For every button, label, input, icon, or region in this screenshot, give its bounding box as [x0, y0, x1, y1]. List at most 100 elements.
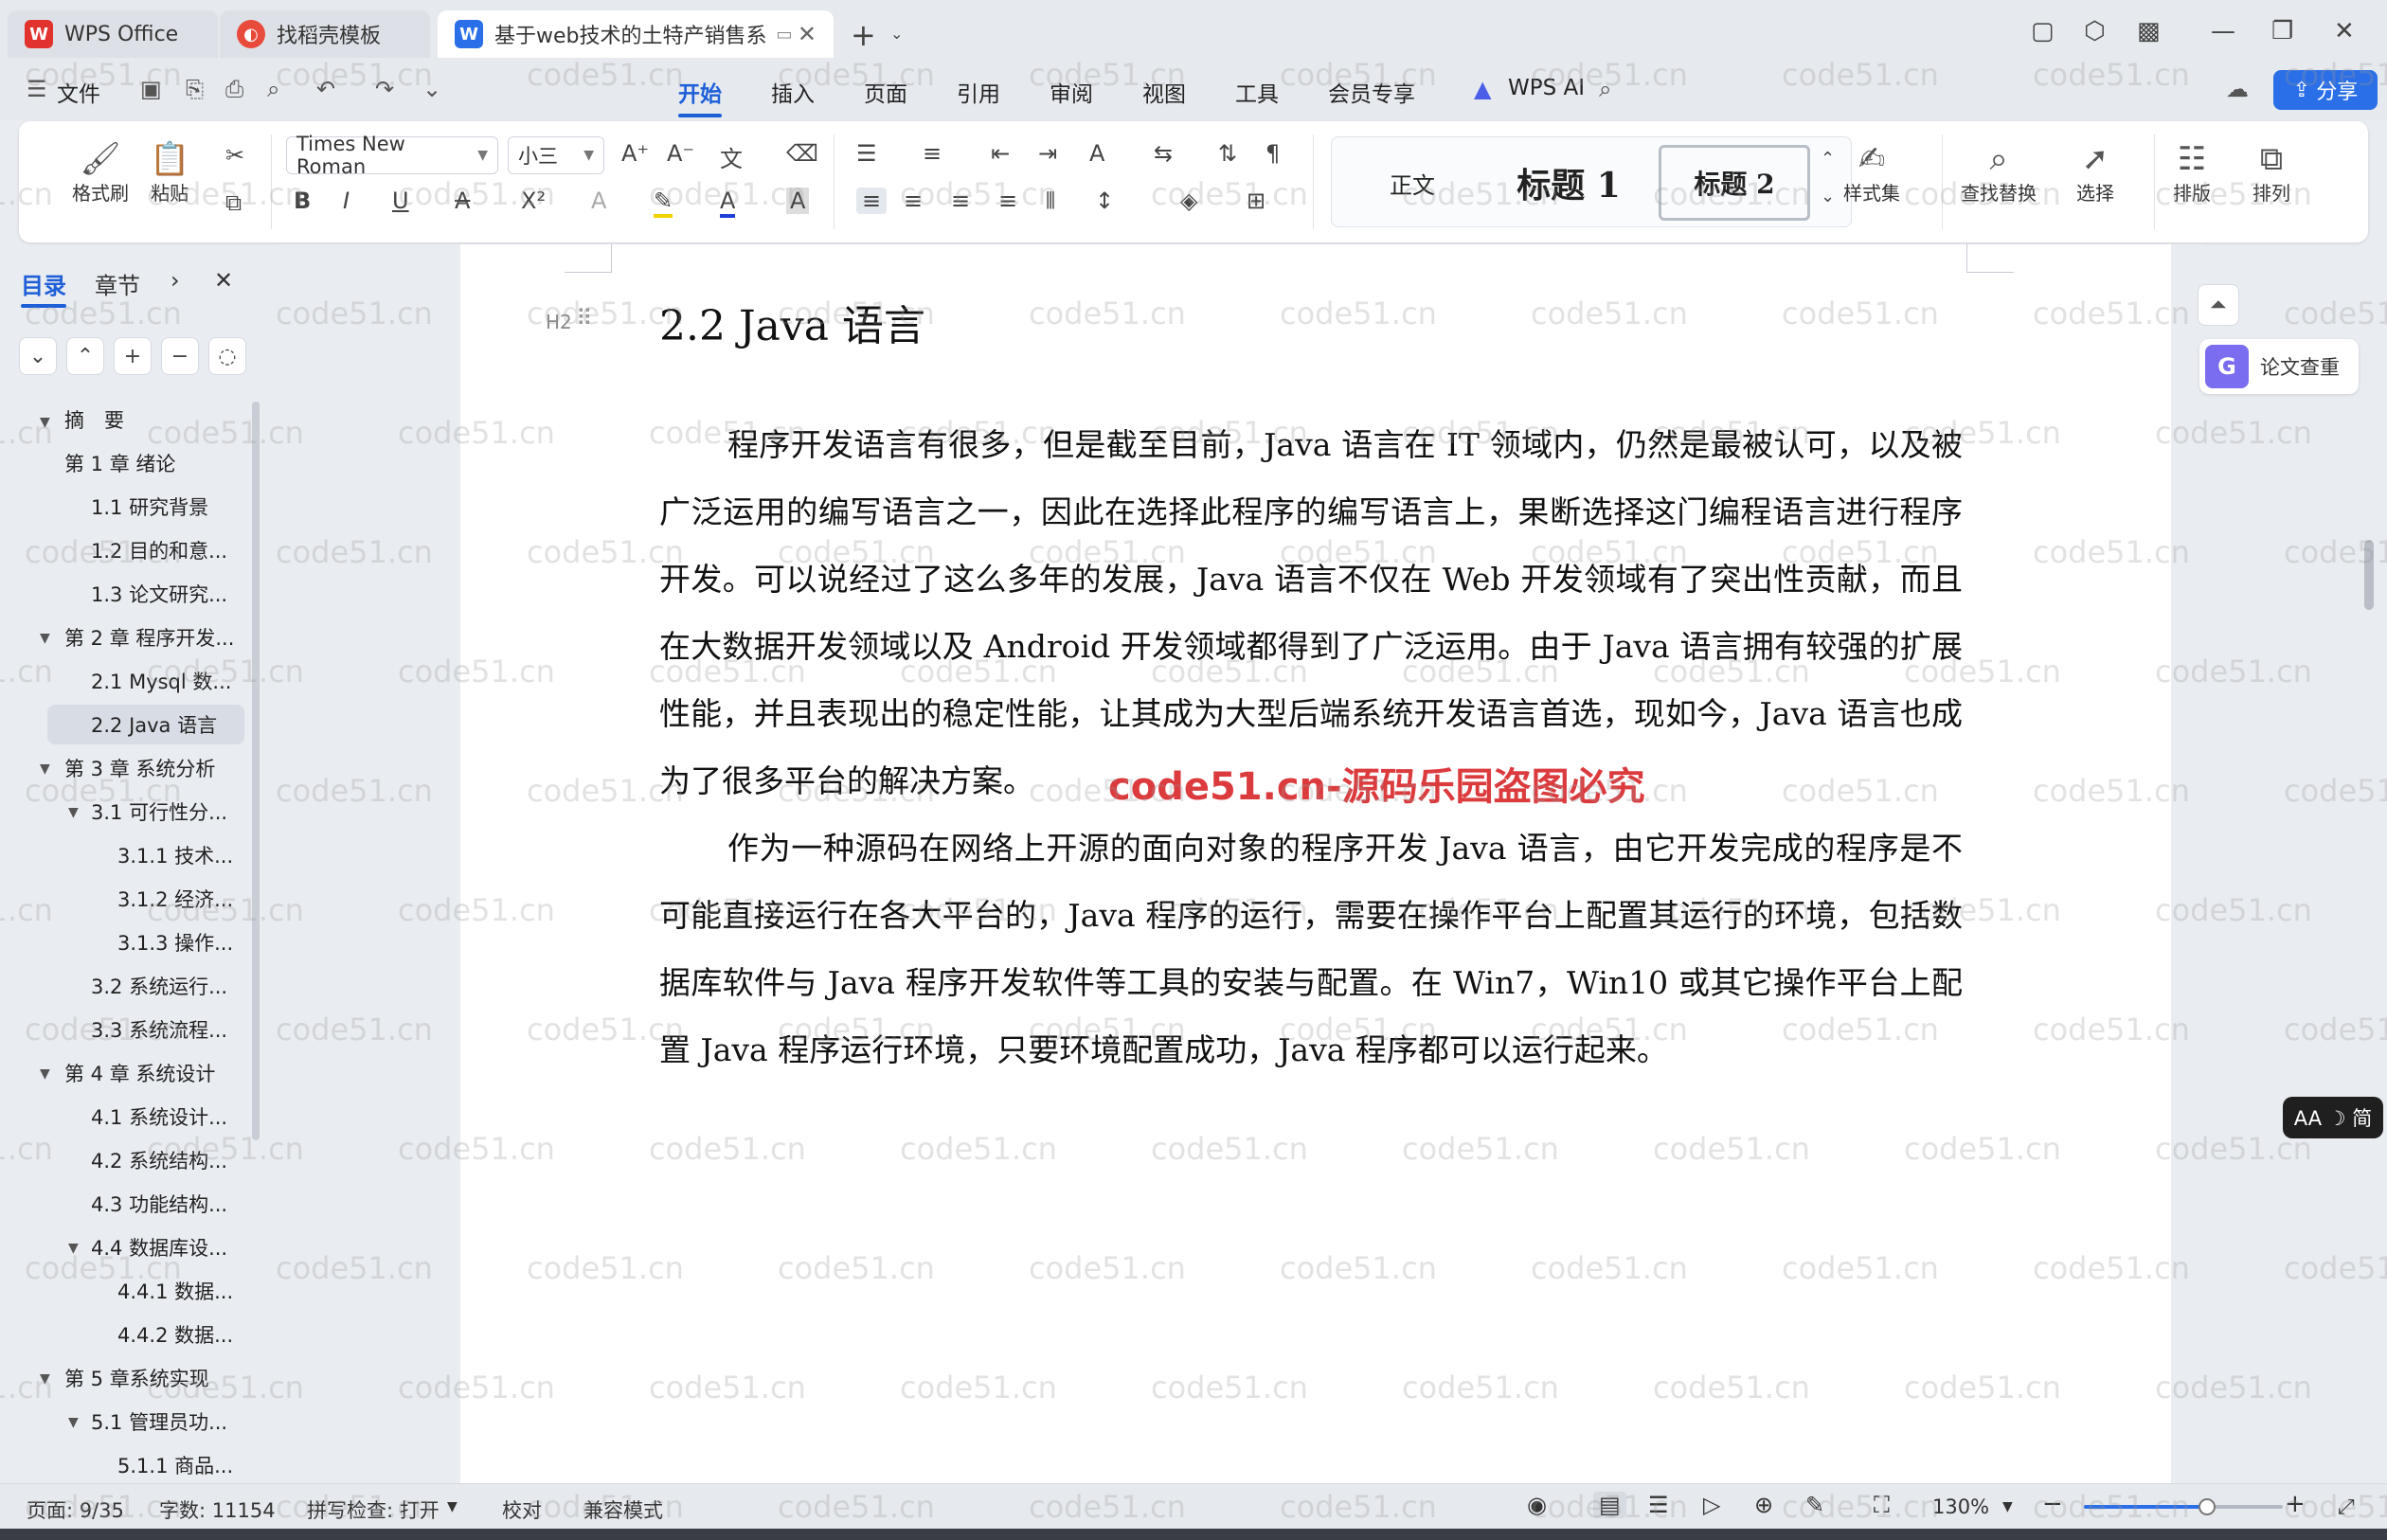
zoom-level[interactable]: 130% [1932, 1495, 1989, 1518]
toc-item[interactable]: 4.4.1 数据... [117, 1271, 233, 1311]
menu-home[interactable]: 开始 [678, 76, 722, 117]
cloud-icon[interactable]: ☁ [2226, 76, 2249, 102]
customize-chevron-icon[interactable]: ⌄ [422, 76, 441, 102]
menu-review[interactable]: 审阅 [1050, 76, 1093, 108]
format-painter-button[interactable]: 🖌 格式刷 [72, 140, 129, 206]
line-spacing-icon[interactable]: ↕ [1095, 188, 1114, 214]
word-count[interactable]: 字数: 11154 [159, 1495, 276, 1524]
layout-button[interactable]: ☷ 排版 [2173, 140, 2211, 206]
toc-item[interactable]: 1.3 论文研究... [91, 574, 227, 614]
caret-down-icon[interactable]: ▼ [40, 415, 50, 430]
share-button[interactable]: ⇪ 分享 [2273, 70, 2378, 110]
collapse-up-icon[interactable]: ⌃ [66, 337, 104, 375]
menu-member[interactable]: 会员专享 [1328, 76, 1415, 108]
char-shading-icon[interactable]: A [786, 188, 810, 214]
nav-tab-toc[interactable]: 目录 [21, 267, 66, 308]
caret-down-icon[interactable]: ▼ [68, 1415, 79, 1430]
chevron-down-icon[interactable]: ▼ [2002, 1499, 2013, 1514]
chevron-down-icon[interactable]: ⌄ [890, 25, 903, 43]
fit-page-icon[interactable]: ⛶ [1874, 1492, 1890, 1518]
toc-item[interactable]: 第 1 章 绪论 [64, 443, 175, 483]
toc-item[interactable]: 第 5 章系统实现 [64, 1358, 209, 1398]
cube-icon[interactable]: ⬡ [2084, 17, 2106, 45]
search-icon[interactable]: ⌕ [1599, 76, 1611, 102]
superscript-icon[interactable]: X² [521, 188, 546, 214]
zoom-slider-handle[interactable] [2199, 1498, 2216, 1515]
undo-icon[interactable]: ↶ [316, 76, 335, 102]
print-icon[interactable]: ⎙ [225, 76, 243, 102]
clear-format-icon[interactable]: ⌫ [786, 140, 818, 167]
tab-wps-office[interactable]: W WPS Office [8, 10, 218, 58]
close-window-icon[interactable]: ✕ [2334, 17, 2355, 45]
eye-icon[interactable]: ◉ [1527, 1492, 1547, 1518]
document-page[interactable]: H2 ⠿ 2.2 Java 语言 程序开发语言有很多，但是截至目前，Java 语… [460, 244, 2171, 1483]
minimize-icon[interactable]: — [2211, 17, 2235, 45]
text-direction-icon[interactable]: A [1089, 140, 1104, 167]
menu-view[interactable]: 视图 [1142, 76, 1186, 108]
find-replace-button[interactable]: ⌕ 查找替换 [1961, 140, 2037, 206]
phonetic-icon[interactable]: 文 [720, 140, 743, 173]
italic-icon[interactable]: I [343, 188, 350, 214]
decrease-indent-icon[interactable]: ⇤ [991, 140, 1010, 167]
tablet-icon[interactable]: ▢ [2031, 17, 2055, 45]
save-icon[interactable]: ▣ [140, 76, 162, 102]
zoom-out-icon[interactable]: − [2042, 1490, 2063, 1518]
zoom-slider[interactable] [2084, 1498, 2283, 1515]
shrink-font-icon[interactable]: A⁻ [667, 140, 694, 167]
toc-item[interactable]: 摘 要 [64, 400, 124, 439]
page-indicator[interactable]: 页面: 9/35 [27, 1495, 124, 1524]
nav-tab-chapter[interactable]: 章节 [95, 267, 140, 300]
shading-icon[interactable]: ◈ [1180, 188, 1197, 214]
distribute-icon[interactable]: ⫴ [1046, 188, 1055, 214]
toc-item[interactable]: 1.2 目的和意... [91, 530, 227, 570]
toc-item-selected[interactable]: 2.2 Java 语言 [47, 705, 244, 744]
align-left-icon[interactable]: ≡ [856, 188, 888, 214]
text-effect-icon[interactable]: A [591, 188, 606, 214]
section-heading[interactable]: 2.2 Java 语言 [659, 292, 925, 352]
redo-icon[interactable]: ↷ [375, 76, 394, 102]
toc-item[interactable]: 3.1.3 操作... [117, 922, 233, 962]
fullscreen-icon[interactable]: ⤢ [2338, 1495, 2355, 1519]
maximize-icon[interactable]: ❐ [2271, 17, 2293, 45]
document-scrollbar[interactable] [2364, 540, 2374, 610]
show-marks-icon[interactable]: ¶ [1265, 140, 1280, 167]
thesis-check-button[interactable]: G 论文查重 [2199, 339, 2359, 394]
cut-icon[interactable]: ✂ [225, 142, 244, 169]
new-tab-icon[interactable]: + [851, 17, 876, 53]
hamburger-icon[interactable]: ☰ [27, 76, 47, 102]
add-heading-icon[interactable]: + [114, 337, 152, 375]
menu-file[interactable]: 文件 [57, 76, 100, 108]
close-tab-icon[interactable]: ✕ [798, 21, 817, 47]
font-size-select[interactable]: 小三 ▼ [508, 136, 604, 174]
remove-heading-icon[interactable]: − [161, 337, 199, 375]
chevron-down-icon[interactable]: ▼ [447, 1499, 458, 1514]
highlight-icon[interactable]: ✎ [654, 188, 673, 218]
menu-tools[interactable]: 工具 [1235, 76, 1279, 108]
toc-item[interactable]: 4.4.2 数据... [117, 1315, 233, 1354]
caret-down-icon[interactable]: ▼ [68, 1241, 79, 1256]
style-heading-1[interactable]: 标题 1 [1493, 145, 1644, 221]
gallery-up-icon[interactable]: ⌃ [1821, 149, 1835, 169]
toc-item[interactable]: 4.3 功能结构... [91, 1184, 227, 1224]
sort-icon[interactable]: ⇅ [1218, 140, 1237, 167]
zoom-in-icon[interactable]: + [2285, 1490, 2306, 1518]
spell-check-toggle[interactable]: 拼写检查: 打开 [307, 1495, 440, 1524]
body-paragraph-1[interactable]: 程序开发语言有很多，但是截至目前，Java 语言在 IT 领域内，仍然是最被认可… [659, 411, 1963, 815]
screen-icon[interactable]: ▭ [777, 25, 793, 45]
play-icon[interactable]: ▷ [1703, 1492, 1720, 1518]
print-preview-icon[interactable]: ⌕ [267, 76, 279, 102]
collapse-down-icon[interactable]: ⌄ [19, 337, 57, 375]
toc-item[interactable]: 3.1.1 技术... [117, 835, 233, 875]
select-button[interactable]: ➚ 选择 [2076, 140, 2114, 206]
numbered-list-icon[interactable]: ≡ [923, 140, 942, 167]
toc-item[interactable]: 4.1 系统设计... [91, 1097, 227, 1137]
bullet-list-icon[interactable]: ☰ [856, 140, 877, 167]
menu-insert[interactable]: 插入 [771, 76, 815, 108]
style-heading-2[interactable]: 标题 2 [1659, 145, 1810, 221]
toc-item[interactable]: 3.3 系统流程... [91, 1010, 227, 1049]
style-normal[interactable]: 正文 [1341, 145, 1483, 221]
caret-down-icon[interactable]: ▼ [40, 631, 50, 646]
toc-item[interactable]: 1.1 研究背景 [91, 487, 208, 527]
toc-item[interactable]: 第 4 章 系统设计 [64, 1053, 215, 1093]
bold-icon[interactable]: B [294, 188, 311, 214]
